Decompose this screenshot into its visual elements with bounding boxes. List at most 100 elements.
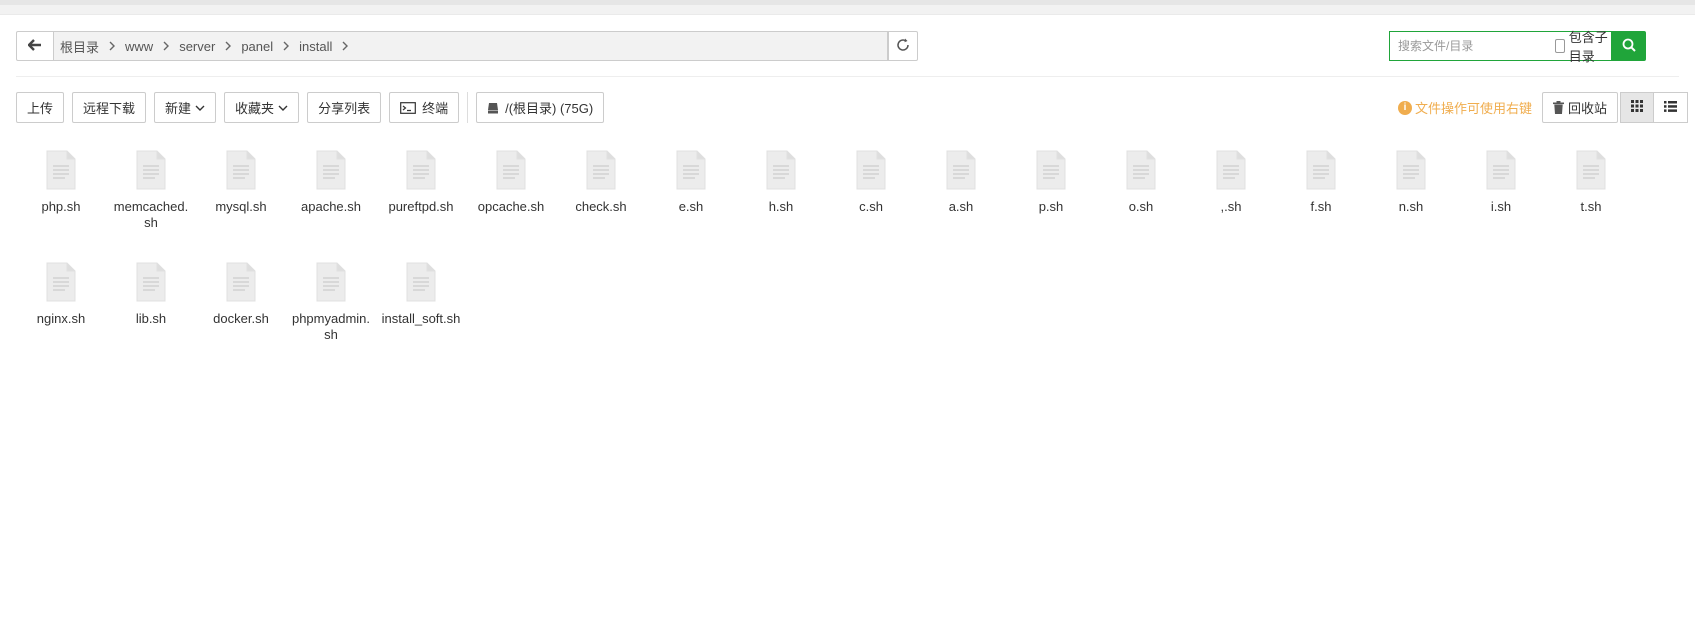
toolbar-divider — [467, 92, 469, 123]
search-button[interactable] — [1611, 31, 1646, 61]
view-toggle — [1620, 92, 1688, 123]
file-icon — [135, 150, 167, 190]
file-name: n.sh — [1398, 199, 1424, 214]
chevron-right-icon — [163, 41, 170, 51]
file-name: php.sh — [41, 199, 81, 214]
file-item[interactable]: memcached.sh — [106, 150, 196, 262]
file-item[interactable]: p.sh — [1006, 150, 1096, 262]
share-list-button[interactable]: 分享列表 — [307, 92, 382, 123]
file-icon — [1575, 150, 1607, 190]
file-item[interactable]: opcache.sh — [466, 150, 556, 262]
file-item[interactable]: mysql.sh — [196, 150, 286, 262]
refresh-button[interactable] — [888, 31, 918, 61]
favorites-button[interactable]: 收藏夹 — [224, 92, 300, 123]
upload-button[interactable]: 上传 — [16, 92, 65, 123]
file-item[interactable]: e.sh — [646, 150, 736, 262]
file-item[interactable]: o.sh — [1096, 150, 1186, 262]
file-icon — [1485, 150, 1517, 190]
file-item[interactable]: pureftpd.sh — [376, 150, 466, 262]
include-subdir-checkbox[interactable] — [1555, 39, 1565, 53]
file-name: lib.sh — [135, 311, 167, 326]
terminal-button[interactable]: 终端 — [389, 92, 460, 123]
file-icon — [855, 150, 887, 190]
file-icon — [315, 262, 347, 302]
chevron-right-icon — [342, 41, 349, 51]
include-subdir-option[interactable]: 包含子目录 — [1555, 27, 1611, 65]
file-name: opcache.sh — [477, 199, 545, 214]
file-name: check.sh — [575, 199, 627, 214]
file-item[interactable]: phpmyadmin.sh — [286, 262, 376, 374]
chevron-down-icon — [195, 105, 205, 111]
back-button[interactable] — [16, 31, 54, 61]
file-item[interactable]: lib.sh — [106, 262, 196, 374]
file-item[interactable]: nginx.sh — [16, 262, 106, 374]
file-icon — [945, 150, 977, 190]
file-item[interactable]: n.sh — [1366, 150, 1456, 262]
file-icon — [405, 150, 437, 190]
file-item[interactable]: t.sh — [1546, 150, 1636, 262]
file-name: c.sh — [859, 199, 883, 214]
search-icon — [1622, 38, 1636, 55]
file-icon — [225, 262, 257, 302]
breadcrumb-item[interactable]: 根目录 — [60, 37, 125, 56]
file-item[interactable]: php.sh — [16, 150, 106, 262]
file-name: a.sh — [948, 199, 974, 214]
file-item[interactable]: apache.sh — [286, 150, 376, 262]
chevron-right-icon — [109, 41, 116, 51]
file-name: docker.sh — [213, 311, 269, 326]
file-name: ,.sh — [1220, 199, 1242, 214]
file-name: i.sh — [1490, 199, 1512, 214]
file-icon — [765, 150, 797, 190]
file-icon — [45, 262, 77, 302]
file-icon — [405, 262, 437, 302]
file-icon — [1035, 150, 1067, 190]
disk-button[interactable]: /(根目录) (75G) — [476, 92, 605, 123]
header-divider — [16, 76, 1679, 77]
file-item[interactable]: ,.sh — [1186, 150, 1276, 262]
file-item[interactable]: docker.sh — [196, 262, 286, 374]
file-icon — [1215, 150, 1247, 190]
trash-icon — [1553, 101, 1565, 114]
file-item[interactable]: f.sh — [1276, 150, 1366, 262]
recycle-bin-button[interactable]: 回收站 — [1542, 92, 1619, 123]
file-name: memcached.sh — [113, 199, 189, 230]
context-menu-tip: i 文件操作可使用右键 — [1398, 98, 1532, 117]
search-input[interactable] — [1390, 33, 1553, 59]
right-tools: i 文件操作可使用右键 回收站 — [1398, 92, 1619, 123]
file-item[interactable]: h.sh — [736, 150, 826, 262]
grid-view-button[interactable] — [1620, 92, 1654, 123]
file-name: f.sh — [1310, 199, 1332, 214]
new-button[interactable]: 新建 — [154, 92, 217, 123]
file-icon — [1305, 150, 1337, 190]
file-icon — [675, 150, 707, 190]
file-name: h.sh — [768, 199, 794, 214]
file-name: e.sh — [678, 199, 704, 214]
file-item[interactable]: a.sh — [916, 150, 1006, 262]
file-item[interactable]: check.sh — [556, 150, 646, 262]
breadcrumb-item[interactable]: www — [125, 39, 179, 54]
list-view-button[interactable] — [1654, 92, 1688, 123]
file-item[interactable]: c.sh — [826, 150, 916, 262]
chevron-right-icon — [225, 41, 232, 51]
terminal-icon — [400, 101, 416, 114]
grid-icon — [1631, 100, 1643, 115]
file-icon — [45, 150, 77, 190]
include-subdir-label: 包含子目录 — [1568, 30, 1608, 64]
path-bar: 根目录 www server panel install — [16, 31, 918, 61]
file-name: t.sh — [1580, 199, 1602, 214]
file-icon — [1125, 150, 1157, 190]
file-name: apache.sh — [301, 199, 361, 214]
breadcrumb-item[interactable]: install — [299, 39, 358, 54]
file-item[interactable]: i.sh — [1456, 150, 1546, 262]
top-strip — [0, 0, 1695, 15]
file-icon — [585, 150, 617, 190]
breadcrumb-item[interactable]: panel — [241, 39, 299, 54]
file-name: install_soft.sh — [381, 311, 461, 326]
list-icon — [1664, 100, 1677, 115]
breadcrumb-item[interactable]: server — [179, 39, 241, 54]
file-icon — [315, 150, 347, 190]
file-item[interactable]: install_soft.sh — [376, 262, 466, 374]
remote-download-button[interactable]: 远程下载 — [72, 92, 147, 123]
breadcrumb: 根目录 www server panel install — [54, 31, 888, 61]
search-box: 包含子目录 — [1389, 30, 1611, 64]
